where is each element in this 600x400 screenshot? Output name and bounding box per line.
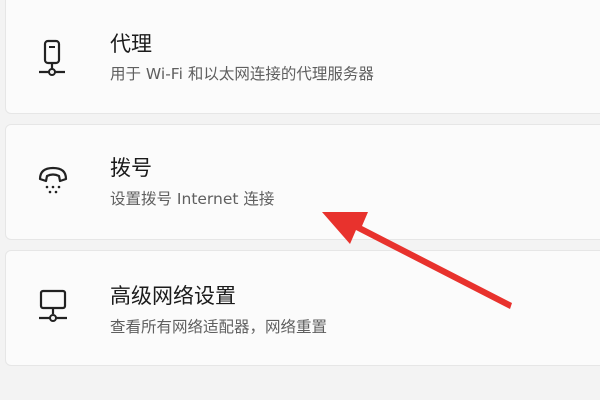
dialup-phone-icon bbox=[36, 161, 70, 201]
proxy-device-icon bbox=[36, 39, 70, 79]
dialup-title: 拨号 bbox=[110, 156, 152, 180]
advanced-network-subtitle: 查看所有网络适配器，网络重置 bbox=[110, 318, 328, 336]
proxy-subtitle: 用于 Wi-Fi 和以太网连接的代理服务器 bbox=[110, 65, 374, 83]
proxy-settings-card[interactable]: 代理 用于 Wi-Fi 和以太网连接的代理服务器 bbox=[5, 0, 600, 114]
dialup-settings-card[interactable]: 拨号 设置拨号 Internet 连接 bbox=[5, 124, 600, 240]
dialup-subtitle: 设置拨号 Internet 连接 bbox=[110, 190, 275, 208]
advanced-network-settings-card[interactable]: 高级网络设置 查看所有网络适配器，网络重置 bbox=[5, 250, 600, 366]
proxy-title: 代理 bbox=[110, 32, 152, 56]
advanced-network-title: 高级网络设置 bbox=[110, 284, 236, 308]
network-monitor-icon bbox=[36, 287, 70, 327]
network-settings-page: 代理 用于 Wi-Fi 和以太网连接的代理服务器 拨号 设置拨号 Interne… bbox=[0, 0, 600, 400]
